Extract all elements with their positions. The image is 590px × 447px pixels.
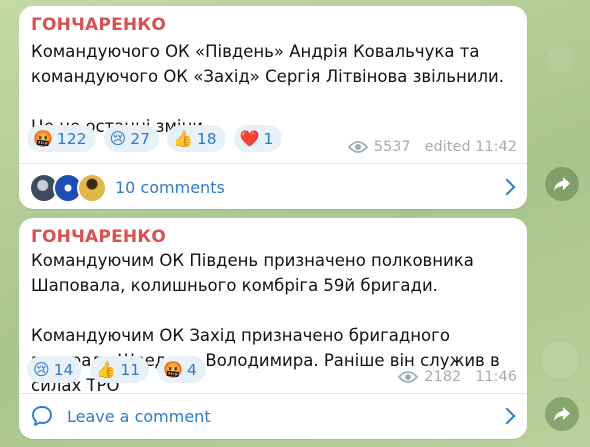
- view-count: 2182: [424, 369, 462, 385]
- comments-bar[interactable]: Leave a comment: [19, 393, 527, 439]
- reaction-emoji: 🤬: [33, 128, 53, 148]
- chevron-right-icon: [498, 407, 516, 425]
- share-arrow-icon: [554, 407, 570, 421]
- author-name[interactable]: ГОНЧАРЕНКО: [31, 227, 166, 247]
- share-button[interactable]: [545, 167, 579, 201]
- message-bubble[interactable]: ГОНЧАРЕНКО Командуючим ОК Південь призна…: [19, 218, 527, 439]
- message-time: 11:46: [475, 369, 517, 385]
- reaction-count: 11: [120, 360, 141, 379]
- reaction-emoji: 😢: [109, 128, 127, 148]
- reaction-emoji: 🤬: [163, 359, 183, 379]
- reaction-count: 4: [187, 360, 197, 379]
- share-arrow-icon: [554, 177, 570, 191]
- message-bubble[interactable]: ГОНЧАРЕНКО Командуючого ОК «Південь» Анд…: [19, 6, 527, 209]
- view-count: 5537: [373, 139, 411, 155]
- chevron-right-icon: [498, 178, 516, 196]
- reaction-count: 14: [53, 360, 74, 379]
- leave-comment-link[interactable]: Leave a comment: [67, 407, 211, 426]
- reactions-row: 🤬 122 😢 27 👍 18 ❤️ 1: [27, 125, 283, 152]
- message-meta: 2182 11:46: [398, 369, 517, 385]
- reaction-chip[interactable]: ❤️ 1: [233, 125, 283, 152]
- avatar: [77, 173, 107, 203]
- reaction-chip[interactable]: 🤬 4: [157, 356, 206, 383]
- reactions-row: 😢 14 👍 11 🤬 4: [27, 356, 206, 383]
- reaction-emoji: 👍: [172, 128, 193, 148]
- reaction-emoji: 👍: [96, 359, 117, 379]
- author-name[interactable]: ГОНЧАРЕНКО: [31, 15, 166, 35]
- reaction-emoji: 😢: [33, 359, 50, 379]
- eye-icon: [347, 141, 368, 153]
- message-meta: 5537 edited 11:42: [347, 139, 517, 155]
- share-button[interactable]: [545, 397, 579, 431]
- speech-bubble-icon: [32, 406, 52, 426]
- reaction-count: 1: [263, 129, 274, 148]
- reaction-chip[interactable]: 👍 11: [90, 356, 150, 383]
- reaction-count: 27: [130, 129, 150, 148]
- message-time: edited 11:42: [424, 139, 517, 155]
- message-paragraph: Командуючого ОК «Південь» Андрія Ковальч…: [31, 42, 504, 86]
- reaction-count: 18: [196, 129, 217, 148]
- reaction-count: 122: [56, 129, 87, 148]
- comments-link[interactable]: 10 comments: [115, 178, 225, 197]
- reaction-chip[interactable]: 😢 14: [27, 356, 83, 383]
- commenter-avatars: [29, 173, 107, 203]
- reaction-emoji: ❤️: [239, 128, 260, 148]
- comments-bar[interactable]: 10 comments: [19, 164, 527, 209]
- reaction-chip[interactable]: 👍 18: [166, 125, 226, 152]
- eye-icon: [398, 371, 419, 383]
- reaction-chip[interactable]: 🤬 122: [27, 125, 96, 152]
- reaction-chip[interactable]: 😢 27: [103, 125, 159, 152]
- message-paragraph: Командуючим ОК Південь призначено полков…: [31, 251, 474, 295]
- message-text: Командуючого ОК «Південь» Андрія Ковальч…: [31, 39, 521, 139]
